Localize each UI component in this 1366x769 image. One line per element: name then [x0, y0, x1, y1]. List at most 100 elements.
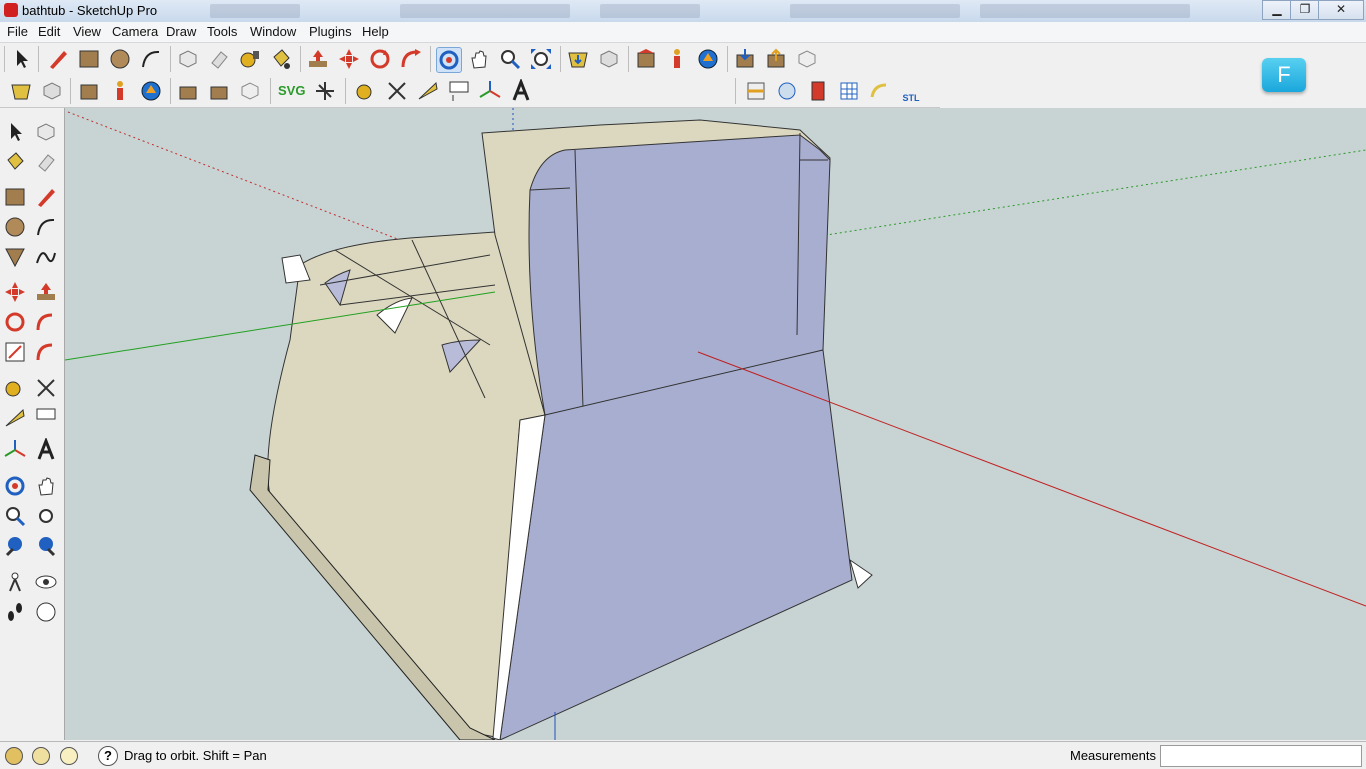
circle-icon[interactable] [3, 215, 27, 239]
share-model-icon[interactable] [597, 47, 621, 71]
3d-text-icon[interactable] [34, 436, 58, 462]
scale-icon[interactable] [3, 340, 27, 364]
arc-icon[interactable] [139, 47, 163, 71]
move-icon[interactable] [337, 47, 361, 71]
axes-icon[interactable] [478, 79, 502, 103]
restore-button[interactable]: ❐ [1290, 0, 1320, 20]
tape-measure-icon[interactable] [3, 376, 27, 400]
walk-footprints-icon[interactable] [3, 600, 27, 624]
measurements-input[interactable] [1160, 745, 1362, 767]
outliner-icon[interactable] [795, 47, 819, 71]
section-plane-icon[interactable] [34, 600, 58, 624]
minimize-button[interactable]: ▁ [1262, 0, 1292, 20]
paint-bucket-icon[interactable] [3, 150, 27, 174]
eraser-icon[interactable] [34, 150, 58, 174]
model-viewport[interactable] [65, 108, 1366, 740]
svg-export-button[interactable]: SVG [278, 79, 310, 103]
circle-icon[interactable] [108, 47, 132, 71]
walk-person-icon[interactable] [108, 79, 132, 103]
menu-file[interactable]: File [7, 24, 28, 39]
export-icon[interactable] [207, 79, 231, 103]
close-button[interactable]: ✕ [1318, 0, 1364, 20]
georeference-icon[interactable] [5, 747, 23, 765]
zoom-icon[interactable] [3, 504, 27, 528]
menu-plugins[interactable]: Plugins [309, 24, 352, 39]
tape-measure-icon[interactable] [238, 47, 262, 71]
credits-icon[interactable] [32, 747, 50, 765]
text-tool-icon[interactable] [447, 79, 471, 103]
zoom-extents-icon[interactable] [529, 47, 553, 71]
polygon-icon[interactable] [3, 245, 27, 269]
pencil-line-icon[interactable] [46, 47, 70, 71]
select-tool-icon[interactable] [9, 47, 33, 71]
menu-tools[interactable]: Tools [207, 24, 237, 39]
scene-canvas[interactable] [65, 108, 1366, 740]
help-icon[interactable]: ? [98, 746, 118, 766]
make-component-icon[interactable] [176, 47, 200, 71]
get-models-icon[interactable] [9, 79, 33, 103]
offset-icon[interactable] [34, 340, 58, 364]
outliner-icon[interactable] [238, 79, 262, 103]
move-icon[interactable] [3, 280, 27, 304]
orbit-icon[interactable] [3, 474, 27, 498]
menu-window[interactable]: Window [250, 24, 296, 39]
copyright-icon[interactable] [60, 747, 78, 765]
position-camera-icon[interactable] [3, 570, 27, 594]
google-earth-icon[interactable] [139, 79, 163, 103]
look-around-eye-icon[interactable] [34, 570, 58, 594]
components-icon[interactable] [634, 47, 658, 71]
orbit-icon[interactable] [436, 47, 462, 73]
section-cut-icon[interactable] [806, 79, 830, 103]
freehand-icon[interactable] [34, 245, 58, 269]
pencil-line-icon[interactable] [34, 185, 58, 209]
menu-draw[interactable]: Draw [166, 24, 196, 39]
push-pull-icon[interactable] [306, 47, 330, 71]
plugin-wand-icon[interactable] [313, 79, 337, 103]
floating-f-badge[interactable]: F [1262, 58, 1306, 92]
menu-camera[interactable]: Camera [112, 24, 158, 39]
dimension-icon[interactable] [385, 79, 409, 103]
protractor-icon[interactable] [3, 406, 27, 430]
rotate-icon[interactable] [3, 310, 27, 334]
zoom-icon[interactable] [498, 47, 522, 71]
stl-export-button[interactable]: STL [899, 79, 923, 103]
menu-help[interactable]: Help [362, 24, 389, 39]
zoom-extents-icon[interactable] [34, 534, 58, 558]
paint-bucket-icon[interactable] [269, 47, 293, 71]
axes-icon[interactable] [3, 438, 27, 462]
pan-hand-icon[interactable] [467, 47, 491, 71]
protractor-icon[interactable] [416, 79, 440, 103]
follow-me-icon[interactable] [399, 47, 423, 71]
text-tool-icon[interactable] [34, 406, 58, 430]
components-icon[interactable] [77, 79, 101, 103]
import-icon[interactable] [733, 47, 757, 71]
rectangle-icon[interactable] [77, 47, 101, 71]
display-section-icon[interactable] [775, 79, 799, 103]
previous-view-icon[interactable] [3, 534, 27, 558]
menu-edit[interactable]: Edit [38, 24, 60, 39]
pan-hand-icon[interactable] [34, 474, 58, 498]
dimension-icon[interactable] [34, 376, 58, 400]
import-icon[interactable] [176, 79, 200, 103]
export-icon[interactable] [764, 47, 788, 71]
arc-icon[interactable] [34, 215, 58, 239]
grid-cube-icon[interactable] [837, 79, 861, 103]
follow-me-icon[interactable] [34, 310, 58, 334]
google-earth-icon[interactable] [696, 47, 720, 71]
rectangle-icon[interactable] [3, 185, 27, 209]
select-tool-icon[interactable] [3, 120, 27, 144]
section-plane-icon[interactable] [744, 79, 768, 103]
eraser-icon[interactable] [207, 47, 231, 71]
make-component-icon[interactable] [34, 120, 58, 144]
share-model-icon[interactable] [40, 79, 64, 103]
rotate-icon[interactable] [368, 47, 392, 71]
window-title: bathtub - SketchUp Pro [22, 3, 158, 18]
get-models-icon[interactable] [566, 47, 590, 71]
walk-person-icon[interactable] [665, 47, 689, 71]
3d-text-icon[interactable] [509, 77, 533, 103]
zoom-window-icon[interactable] [34, 504, 58, 528]
tape-measure-icon[interactable] [354, 79, 378, 103]
push-pull-icon[interactable] [34, 280, 58, 304]
menu-view[interactable]: View [73, 24, 101, 39]
curved-arrow-icon[interactable] [868, 79, 892, 103]
